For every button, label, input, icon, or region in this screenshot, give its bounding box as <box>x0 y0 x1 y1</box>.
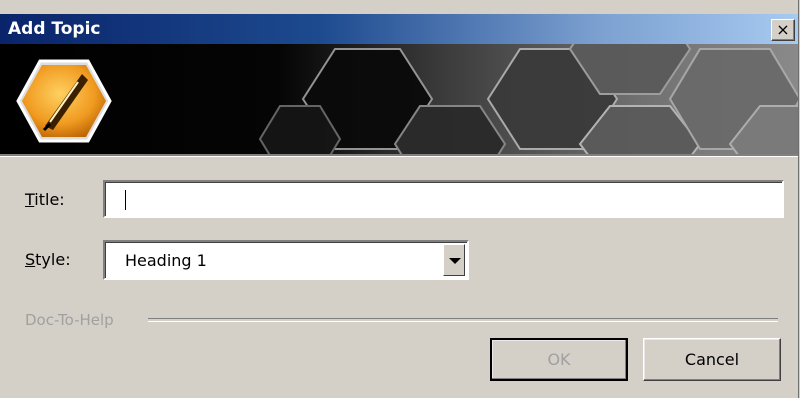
banner-separator <box>0 154 798 157</box>
title-input[interactable] <box>103 180 784 218</box>
header-banner <box>0 44 798 154</box>
window-title: Add Topic <box>8 19 101 39</box>
title-bar[interactable]: Add Topic × <box>0 14 798 44</box>
ok-button-label: OK <box>547 350 571 369</box>
style-select-value: Heading 1 <box>125 251 207 270</box>
cancel-button[interactable]: Cancel <box>643 338 781 381</box>
banner-graphic <box>0 44 798 154</box>
close-button[interactable]: × <box>771 19 795 41</box>
add-topic-dialog: Add Topic × Title: Style: Heading 1 Doc-… <box>0 0 799 398</box>
pen-nib-hexagon-logo-icon <box>16 59 112 143</box>
cancel-button-label: Cancel <box>684 350 740 369</box>
ok-button[interactable]: OK <box>490 338 628 381</box>
chevron-down-icon[interactable] <box>443 244 465 276</box>
close-icon: × <box>776 20 790 39</box>
group-divider <box>148 318 778 322</box>
style-label: Style: <box>25 250 71 269</box>
doc-to-help-group-label: Doc-To-Help <box>25 311 114 329</box>
title-label: Title: <box>25 190 65 209</box>
style-select[interactable]: Heading 1 <box>103 240 469 280</box>
text-caret <box>125 190 126 210</box>
